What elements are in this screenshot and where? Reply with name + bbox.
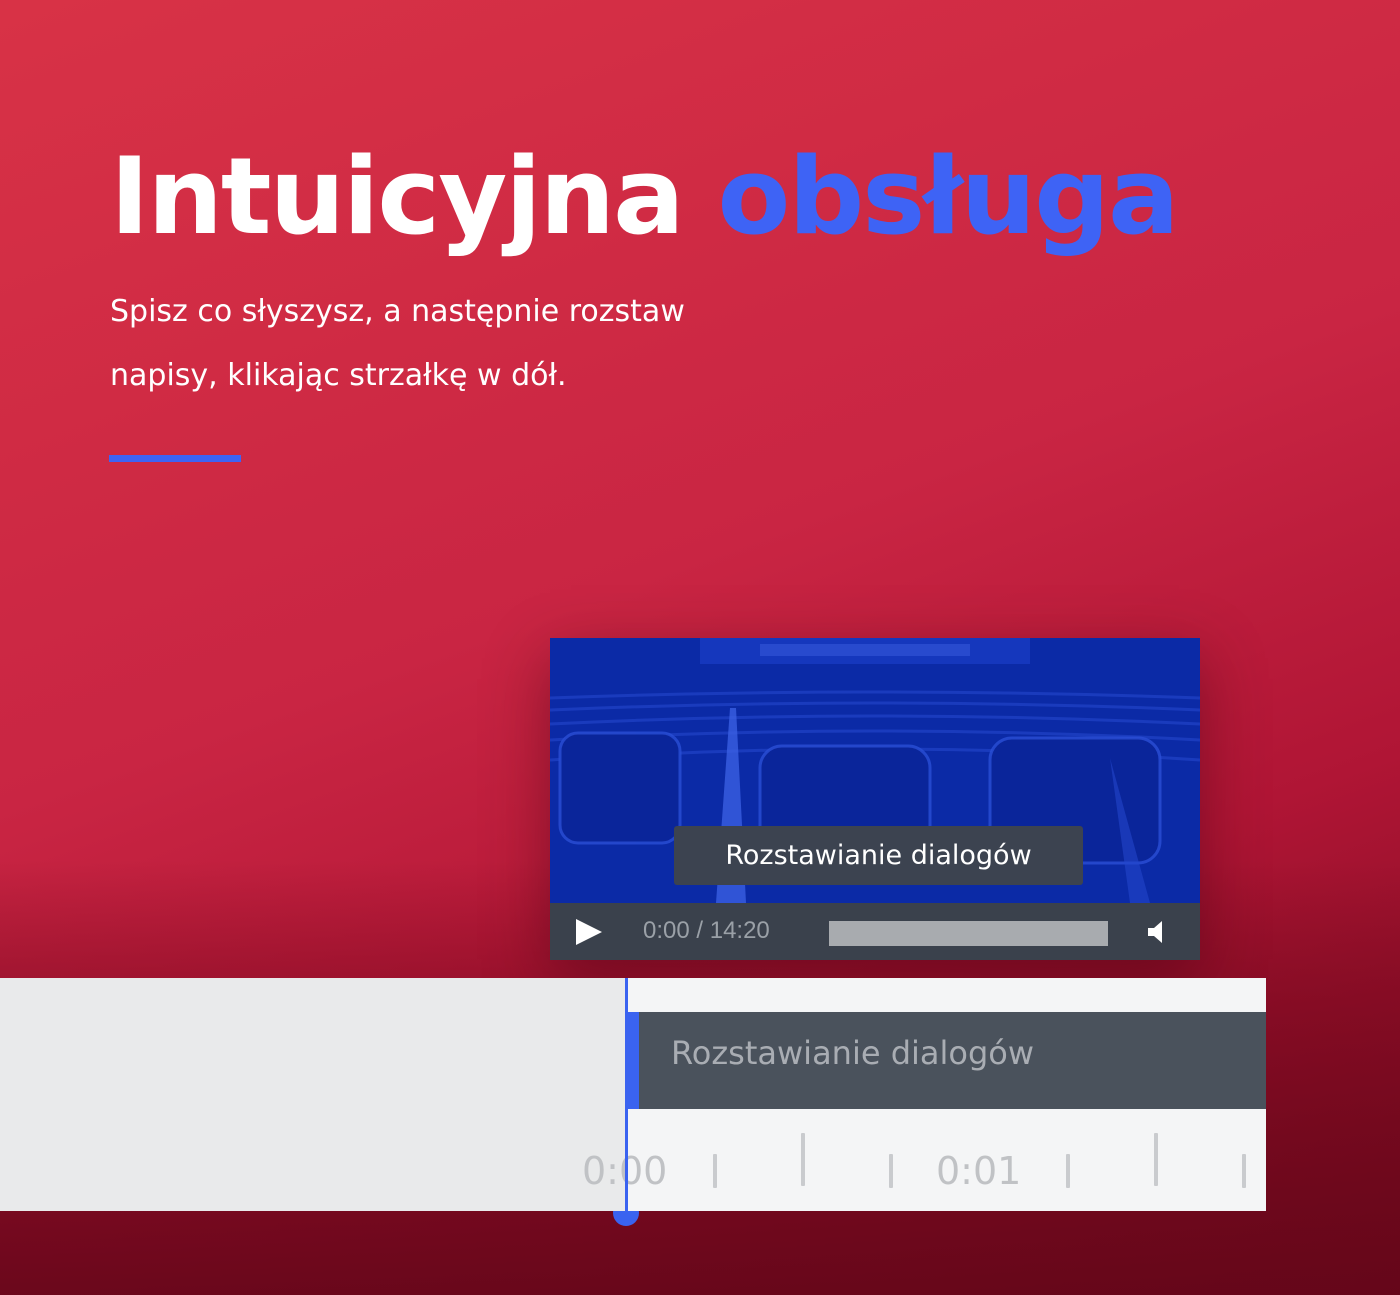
ruler-tick (1242, 1154, 1246, 1188)
volume-icon[interactable] (1146, 919, 1170, 945)
video-frame[interactable]: Rozstawianie dialogów (550, 638, 1200, 903)
player-controls: 0:00 / 14:20 (550, 903, 1200, 960)
page-title: Intuicyjna obsługa (110, 132, 1180, 262)
ruler-tick (801, 1133, 805, 1186)
progress-bar[interactable] (829, 921, 1108, 946)
ruler-tick (889, 1154, 893, 1188)
ruler-label: 0:01 (936, 1149, 1022, 1193)
ruler-tick (1066, 1154, 1070, 1188)
time-ruler[interactable]: 0:00 0:01 (582, 1109, 1266, 1211)
subtitle-timeline[interactable]: Rozstawianie dialogów 0:00 0:01 (0, 978, 1266, 1211)
video-subtitle-text: Rozstawianie dialogów (725, 840, 1032, 871)
page-subtitle: Spisz co słyszysz, a następnie rozstaw n… (110, 294, 685, 393)
ruler-tick (1154, 1133, 1158, 1186)
subtitle-track-block[interactable]: Rozstawianie dialogów (626, 1012, 1266, 1109)
play-icon[interactable] (576, 919, 602, 945)
timeline-header-strip (628, 978, 1266, 1012)
video-player[interactable]: Rozstawianie dialogów 0:00 / 14:20 (550, 638, 1200, 960)
track-label: Rozstawianie dialogów (671, 1034, 1035, 1072)
time-display: 0:00 / 14:20 (643, 917, 770, 944)
title-main: Intuicyjna (110, 135, 685, 258)
accent-divider (109, 455, 241, 462)
ruler-tick (713, 1154, 717, 1188)
title-accent: obsługa (717, 135, 1180, 258)
playhead-line[interactable] (625, 978, 628, 1211)
video-subtitle-box: Rozstawianie dialogów (674, 826, 1083, 885)
